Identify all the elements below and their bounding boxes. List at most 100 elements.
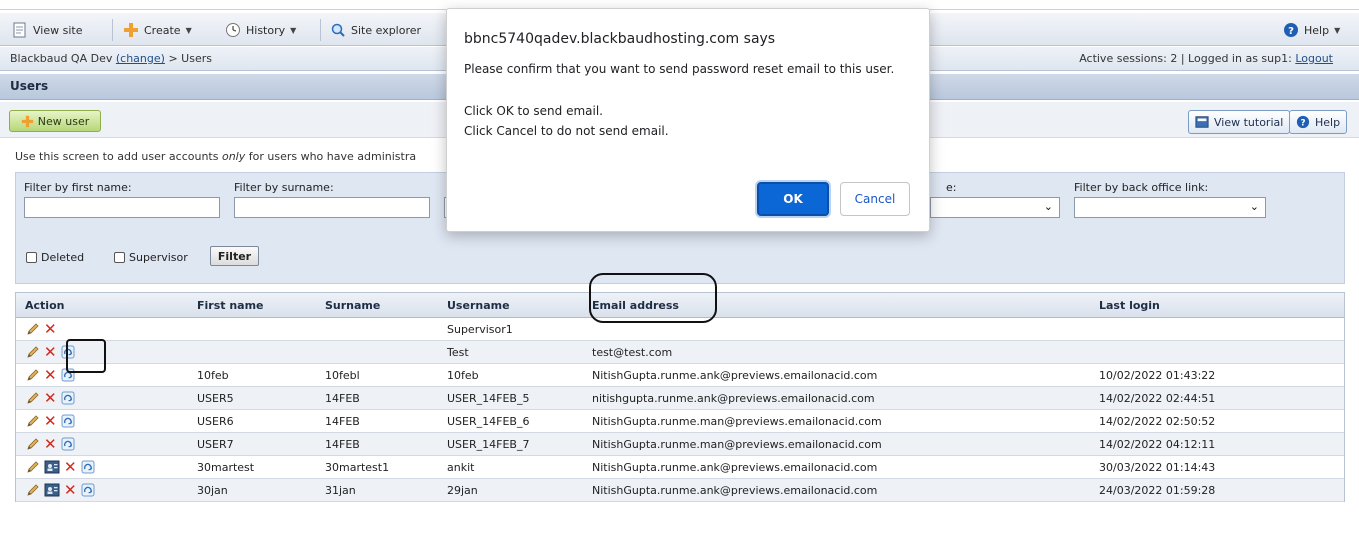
- col-username[interactable]: Username: [447, 299, 510, 312]
- history-menu[interactable]: History ▼: [225, 20, 296, 40]
- first-name-cell: USER7: [197, 438, 234, 451]
- username-cell: ankit: [447, 461, 475, 474]
- dialog-ok-hint: Click OK to send email.: [464, 104, 603, 118]
- change-site-link[interactable]: (change): [116, 52, 165, 65]
- pencil-icon[interactable]: [26, 345, 40, 359]
- delete-icon[interactable]: ✕: [44, 437, 57, 452]
- page-icon: [13, 22, 26, 38]
- delete-icon[interactable]: ✕: [64, 483, 77, 498]
- surname-filter-input[interactable]: [234, 197, 430, 218]
- chevron-down-icon: ▼: [185, 25, 192, 35]
- email-cell: NitishGupta.runme.ank@previews.emailonac…: [592, 484, 878, 497]
- delete-icon[interactable]: ✕: [44, 322, 57, 337]
- back-office-filter-label: Filter by back office link:: [1074, 181, 1209, 194]
- pencil-icon[interactable]: [26, 437, 40, 451]
- view-tutorial-label: View tutorial: [1214, 115, 1284, 129]
- col-first-name[interactable]: First name: [197, 299, 264, 312]
- reset-password-icon[interactable]: [61, 437, 75, 451]
- checkbox-box[interactable]: [26, 252, 37, 263]
- reset-password-icon[interactable]: [81, 483, 95, 497]
- last-login-cell: 14/02/2022 04:12:11: [1099, 438, 1216, 451]
- view-tutorial-button[interactable]: View tutorial: [1188, 110, 1291, 134]
- help-label: Help: [1304, 23, 1330, 37]
- delete-icon[interactable]: ✕: [44, 414, 57, 429]
- pencil-icon[interactable]: [26, 322, 40, 336]
- cancel-button[interactable]: Cancel: [840, 182, 910, 216]
- contact-card-icon[interactable]: [44, 460, 60, 474]
- intro-part: Use this screen to add user accounts: [15, 150, 222, 163]
- help-icon: ?: [1284, 23, 1298, 37]
- pencil-icon[interactable]: [26, 368, 40, 382]
- delete-icon[interactable]: ✕: [44, 345, 57, 360]
- supervisor-label: Supervisor: [129, 251, 188, 264]
- toolbar-divider: [112, 19, 113, 41]
- table-row: ✕ USER6 14FEB USER_14FEB_6 NitishGupta.runme…: [16, 410, 1344, 433]
- first-name-cell: USER5: [197, 392, 234, 405]
- email-cell: test@test.com: [592, 346, 673, 359]
- view-site-button[interactable]: View site: [12, 20, 82, 40]
- username-cell: 10feb: [447, 369, 479, 382]
- username-cell: USER_14FEB_6: [447, 415, 530, 428]
- supervisor-checkbox[interactable]: Supervisor: [114, 251, 188, 264]
- new-user-button[interactable]: New user: [9, 110, 101, 132]
- row-action-icons: ✕: [26, 390, 75, 406]
- reset-password-icon[interactable]: [81, 460, 95, 474]
- site-explorer-button[interactable]: Site explorer: [330, 20, 421, 40]
- surname-filter-label: Filter by surname:: [234, 181, 334, 194]
- first-name-cell: USER6: [197, 415, 234, 428]
- delete-icon[interactable]: ✕: [44, 391, 57, 406]
- back-office-filter-select[interactable]: ⌄: [1074, 197, 1266, 218]
- breadcrumb-current: Users: [181, 52, 212, 65]
- pencil-icon[interactable]: [26, 391, 40, 405]
- pencil-icon[interactable]: [26, 483, 40, 497]
- col-last-login[interactable]: Last login: [1099, 299, 1160, 312]
- ok-button[interactable]: OK: [757, 182, 829, 216]
- col-action[interactable]: Action: [25, 299, 64, 312]
- first-name-cell: 30jan: [197, 484, 228, 497]
- filter-label-partial: e:: [946, 181, 957, 194]
- table-row: ✕ Test test@test.com: [16, 341, 1344, 364]
- checkbox-box[interactable]: [114, 252, 125, 263]
- username-cell: Test: [447, 346, 469, 359]
- deleted-checkbox[interactable]: Deleted: [26, 251, 84, 264]
- row-action-icons: ✕: [26, 321, 57, 337]
- first-name-filter-label: Filter by first name:: [24, 181, 132, 194]
- help-menu[interactable]: ? Help ▼: [1283, 20, 1340, 40]
- create-menu[interactable]: Create ▼: [123, 20, 192, 40]
- last-login-cell: 10/02/2022 01:43:22: [1099, 369, 1216, 382]
- row-action-icons: ✕: [26, 482, 95, 498]
- svg-text:?: ?: [1288, 26, 1294, 37]
- table-body: ✕ Supervisor1 ✕ Test test@test.com ✕ 10feb 10fe…: [16, 318, 1344, 502]
- filter-select-partial[interactable]: ⌄: [930, 197, 1060, 218]
- email-cell: nitishgupta.runme.ank@previews.emailonac…: [592, 392, 875, 405]
- pencil-icon[interactable]: [26, 414, 40, 428]
- surname-cell: 30martest1: [325, 461, 390, 474]
- surname-cell: 14FEB: [325, 438, 360, 451]
- last-login-cell: 14/02/2022 02:50:52: [1099, 415, 1216, 428]
- help-icon: ?: [1296, 115, 1310, 129]
- chevron-down-icon: ▼: [1334, 25, 1341, 35]
- pencil-icon[interactable]: [26, 460, 40, 474]
- delete-icon[interactable]: ✕: [44, 368, 57, 383]
- surname-cell: 10febl: [325, 369, 360, 382]
- create-label: Create: [144, 23, 181, 37]
- users-table: Action First name Surname Username Email…: [15, 292, 1345, 502]
- help-button[interactable]: ? Help: [1289, 110, 1348, 134]
- col-surname[interactable]: Surname: [325, 299, 380, 312]
- first-name-cell: 30martest: [197, 461, 255, 474]
- username-cell: USER_14FEB_7: [447, 438, 530, 451]
- logout-link[interactable]: Logout: [1295, 52, 1333, 65]
- reset-password-icon[interactable]: [61, 414, 75, 428]
- row-action-icons: ✕: [26, 413, 75, 429]
- plus-icon: [124, 23, 138, 37]
- filter-button[interactable]: Filter: [210, 246, 259, 266]
- chevron-down-icon: ⌄: [1043, 200, 1053, 213]
- delete-icon[interactable]: ✕: [64, 460, 77, 475]
- reset-password-icon[interactable]: [61, 391, 75, 405]
- intro-emphasis: only: [221, 150, 246, 163]
- first-name-filter-input[interactable]: [24, 197, 220, 218]
- email-cell: NitishGupta.runme.ank@previews.emailonac…: [592, 461, 878, 474]
- contact-card-icon[interactable]: [44, 483, 60, 497]
- email-cell: NitishGupta.runme.man@previews.emailonac…: [592, 415, 882, 428]
- site-explorer-label: Site explorer: [351, 23, 422, 37]
